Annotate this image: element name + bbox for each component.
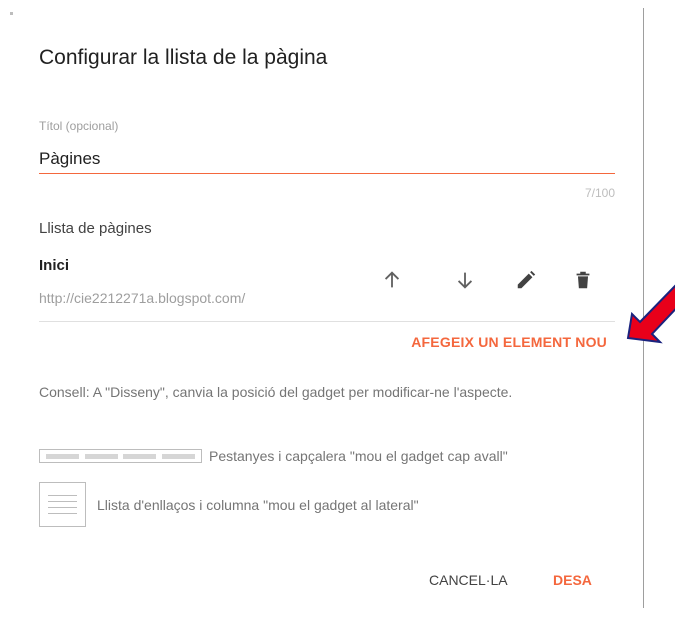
layout-hint-text: Consell: A "Disseny", canvia la posició … bbox=[39, 384, 513, 400]
page-list-heading: Llista de pàgines bbox=[39, 220, 152, 237]
list-layout-icon bbox=[39, 482, 86, 527]
layout-option-tabs-text: Pestanyes i capçalera "mou el gadget cap… bbox=[209, 448, 508, 464]
title-field-input[interactable] bbox=[39, 144, 615, 174]
page-item-name: Inici bbox=[39, 257, 70, 274]
title-field-label: Títol (opcional) bbox=[39, 119, 119, 133]
arrow-down-icon bbox=[457, 272, 473, 289]
pencil-icon bbox=[517, 270, 536, 289]
layout-option-list: Llista d'enllaços i columna "mou el gadg… bbox=[39, 482, 419, 527]
layout-option-list-text: Llista d'enllaços i columna "mou el gadg… bbox=[97, 496, 419, 513]
dialog-title: Configurar la llista de la pàgina bbox=[39, 46, 328, 69]
save-button[interactable]: DESA bbox=[553, 572, 592, 588]
layout-option-tabs: Pestanyes i capçalera "mou el gadget cap… bbox=[39, 448, 508, 464]
trash-icon bbox=[576, 271, 590, 289]
page-item-url: http://cie2212271a.blogspot.com/ bbox=[39, 290, 246, 306]
move-down-button[interactable] bbox=[451, 266, 479, 294]
edit-button[interactable] bbox=[512, 266, 540, 294]
add-new-element-button[interactable]: AFEGEIX UN ELEMENT NOU bbox=[411, 334, 607, 350]
arrow-up-icon bbox=[384, 271, 400, 288]
annotation-arrow-icon bbox=[626, 284, 675, 344]
title-character-counter: 7/100 bbox=[584, 186, 615, 200]
move-up-button[interactable] bbox=[378, 266, 406, 294]
tabs-layout-icon bbox=[39, 449, 202, 463]
page-list-config-dialog: Configurar la llista de la pàgina Títol … bbox=[0, 0, 640, 617]
cancel-button[interactable]: CANCEL·LA bbox=[429, 572, 508, 588]
delete-button[interactable] bbox=[569, 266, 597, 294]
page-list-item: Inici http://cie2212271a.blogspot.com/ bbox=[39, 248, 615, 322]
